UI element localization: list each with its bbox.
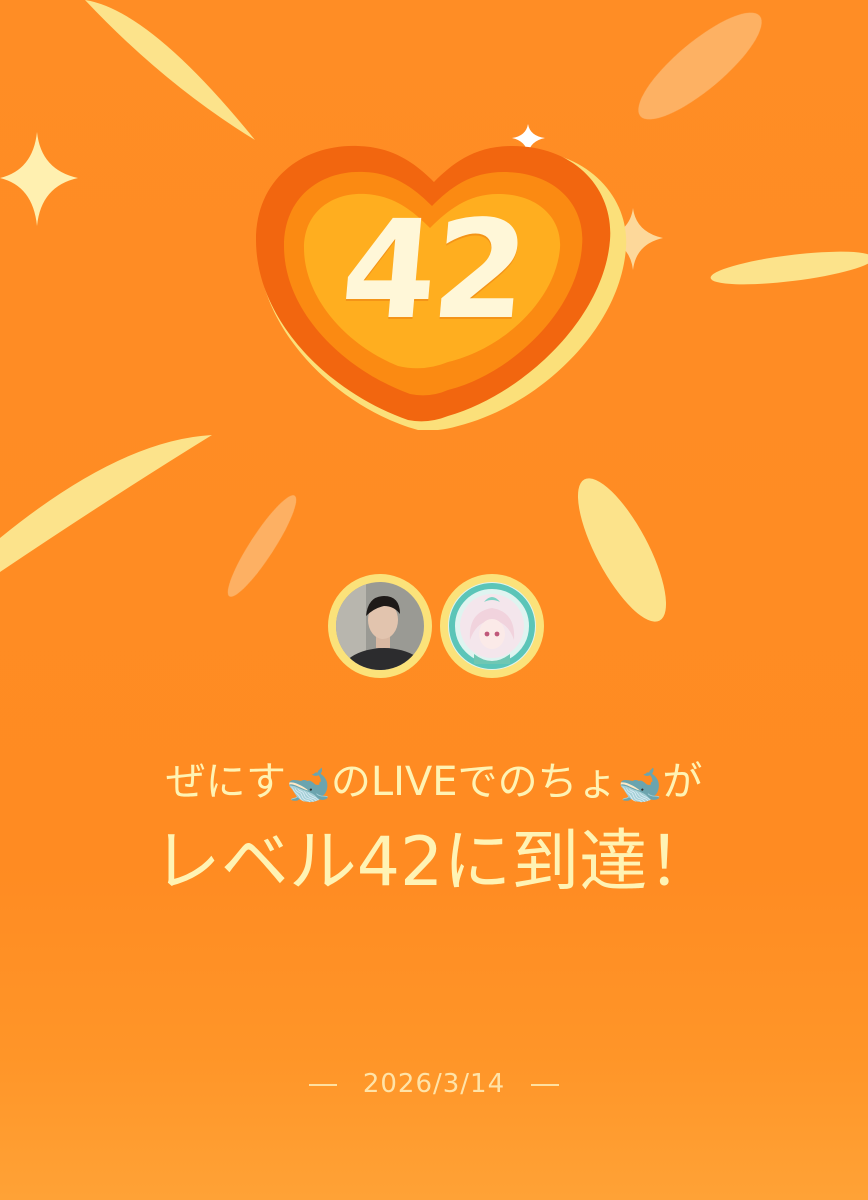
- date-text: 2026/3/14: [362, 1069, 506, 1099]
- streamer-name: ぜにす: [165, 759, 287, 805]
- divider: [531, 1083, 560, 1086]
- level-up-message: ぜにす🐋のLIVEでのちょ🐋が: [0, 752, 868, 816]
- streamer-avatar[interactable]: [328, 574, 432, 678]
- user-photo-icon: [336, 582, 424, 670]
- anime-character-icon: [448, 582, 536, 670]
- level-number: 42: [335, 192, 531, 350]
- level-heart-badge: 42: [248, 130, 648, 430]
- viewer-avatar[interactable]: [440, 574, 544, 678]
- sparkle-icon: [0, 132, 78, 226]
- level-up-card: 42 ぜにす🐋のLIVEでのちょ🐋が レベル42に到達！ 2026/3/14: [0, 0, 868, 1200]
- divider: [308, 1083, 337, 1086]
- level-up-headline: レベル42に到達！: [152, 823, 716, 902]
- message-suffix: が: [662, 759, 703, 805]
- whale-icon: 🐋: [286, 765, 331, 806]
- date-row: 2026/3/14: [0, 1062, 868, 1106]
- viewer-name: のちょ: [497, 759, 618, 805]
- message-connector: のLIVEで: [330, 759, 498, 805]
- whale-icon: 🐋: [617, 765, 663, 806]
